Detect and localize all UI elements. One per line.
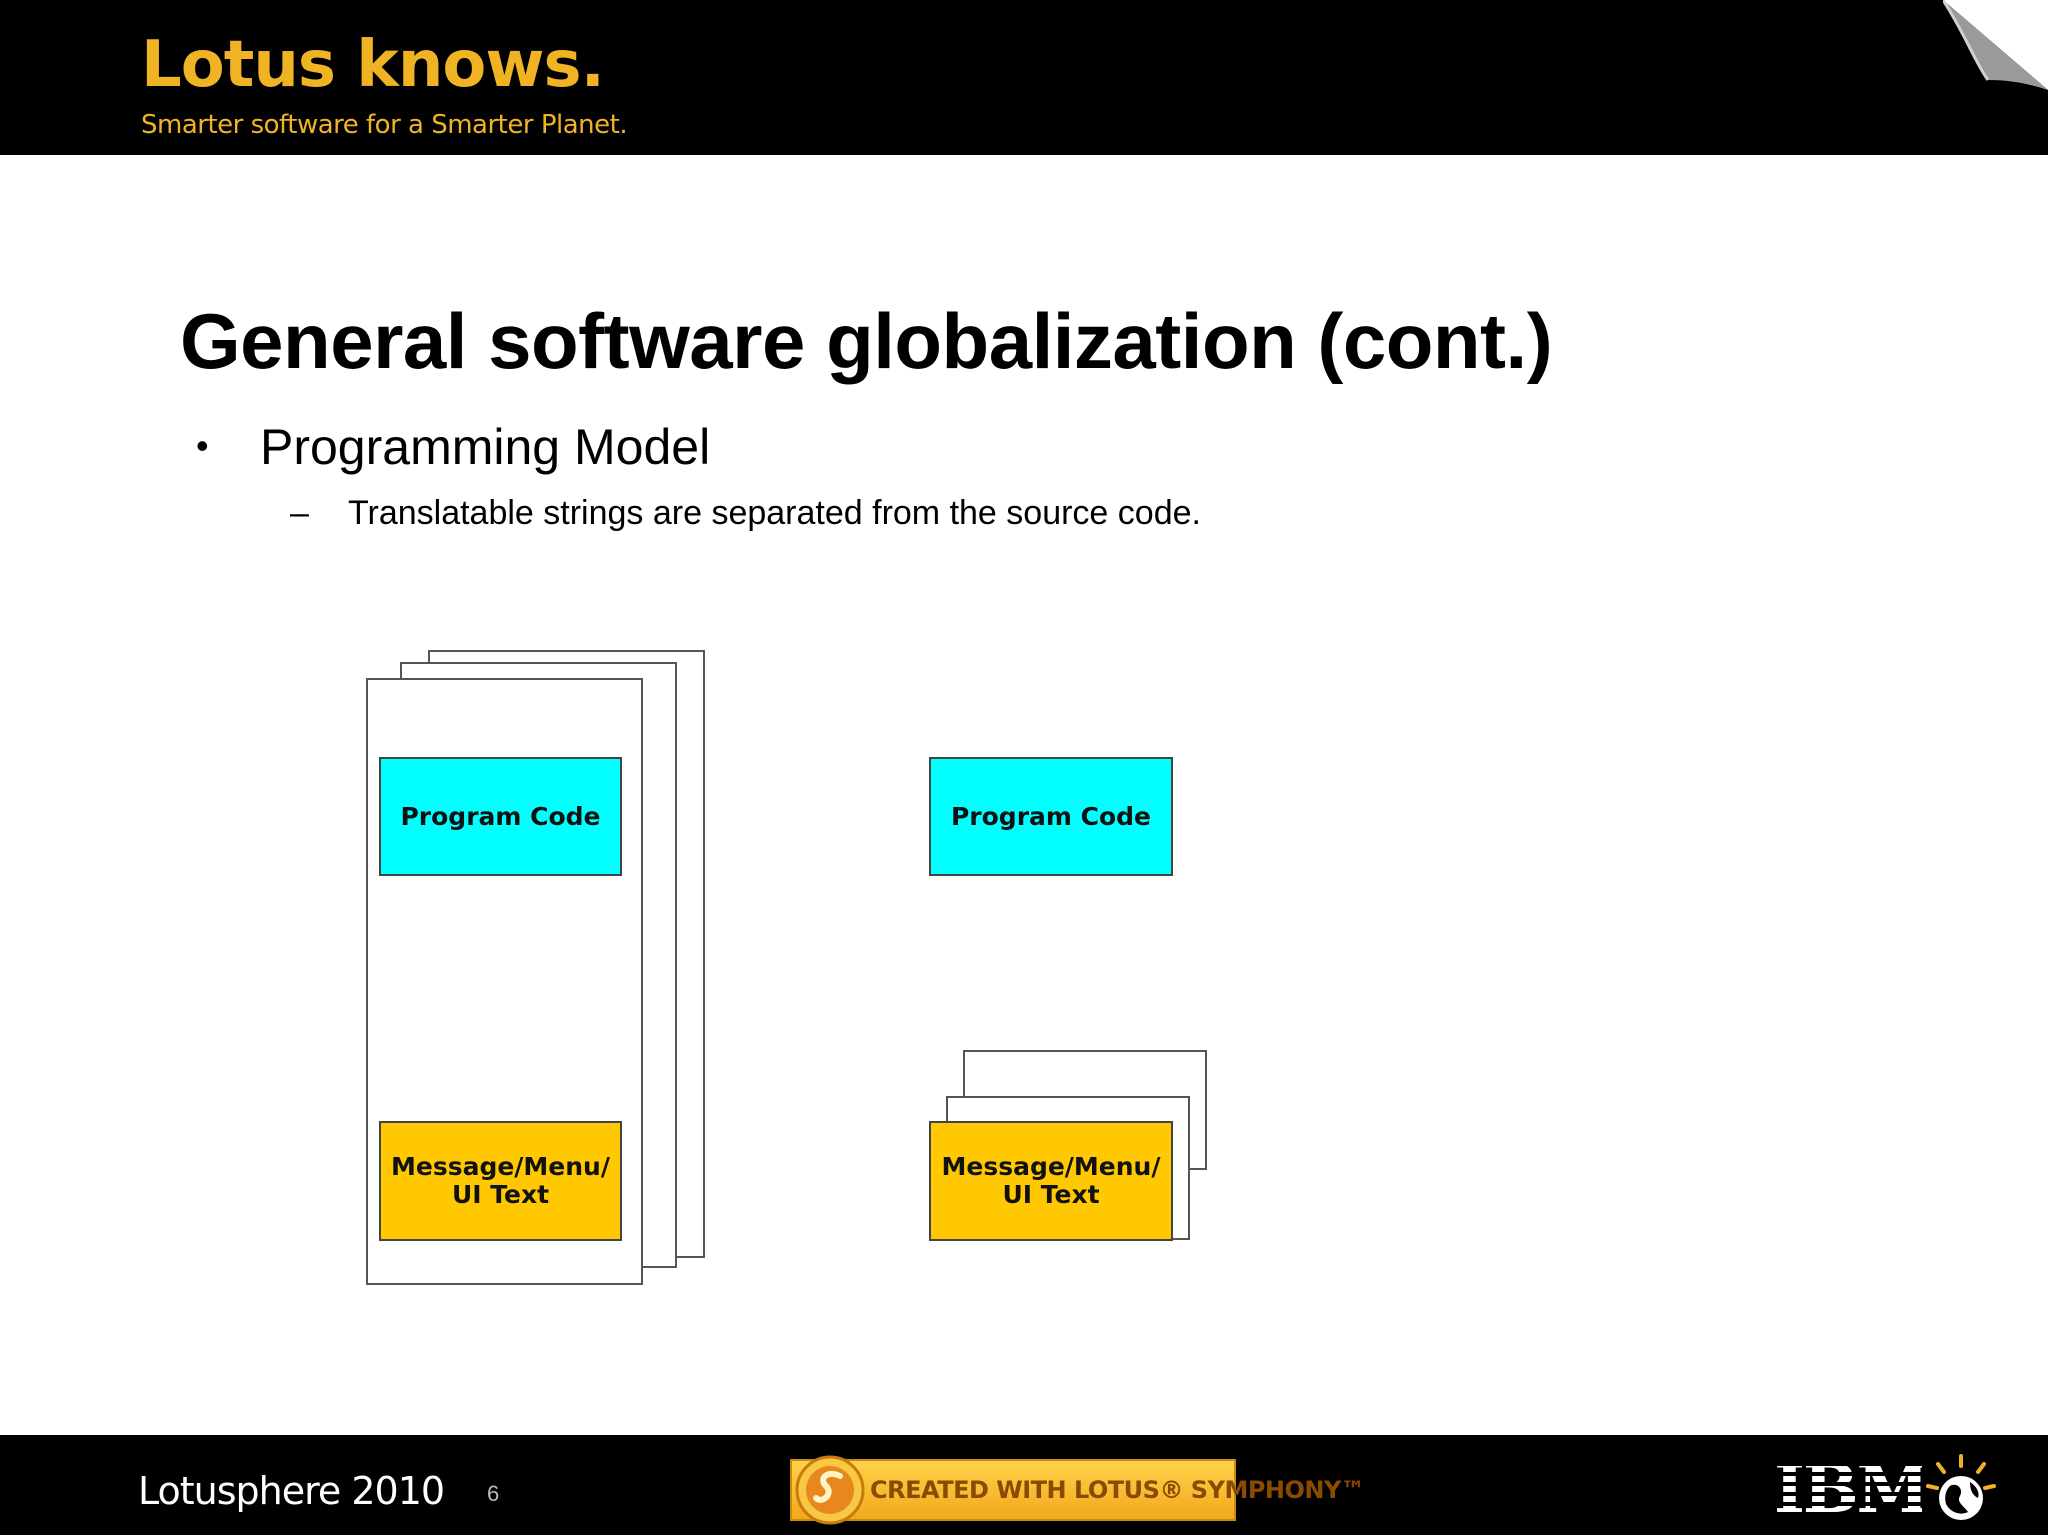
- ibm-logo-icon: IBM: [1772, 1456, 1922, 1520]
- left-ui-text-box: Message/Menu/ UI Text: [379, 1121, 622, 1241]
- symphony-logo-icon: [795, 1455, 865, 1525]
- brand-title: Lotus knows.: [141, 28, 605, 102]
- left-ui-text-line1: Message/Menu/: [390, 1152, 610, 1181]
- page-number: 6: [487, 1481, 500, 1506]
- brand-tagline: Smarter software for a Smarter Planet.: [141, 110, 628, 140]
- event-name: Lotusphere 2010: [138, 1469, 445, 1513]
- symphony-badge-text: CREATED WITH LOTUS® SYMPHONY™: [870, 1476, 1365, 1504]
- left-program-code-box: Program Code: [379, 757, 622, 876]
- left-ui-text-line2: UI Text: [451, 1180, 550, 1209]
- bullet-text: Programming Model: [260, 419, 711, 475]
- page-curl-icon: [1943, 0, 2048, 90]
- sub-bullet-item: – Translatable strings are separated from…: [290, 494, 1201, 533]
- right-ui-text-box: Message/Menu/ UI Text: [929, 1121, 1173, 1241]
- right-ui-text-line2: UI Text: [1002, 1180, 1100, 1209]
- smarter-planet-globe-icon: [1926, 1454, 1996, 1520]
- right-program-code-box: Program Code: [929, 757, 1173, 876]
- right-ui-text-line1: Message/Menu/: [941, 1152, 1161, 1181]
- bullet-dot: •: [196, 425, 209, 466]
- sub-bullet-dash: –: [290, 494, 309, 532]
- right-program-code-label: Program Code: [950, 801, 1152, 831]
- bullet-item: • Programming Model: [196, 418, 710, 476]
- sub-bullet-text: Translatable strings are separated from …: [348, 494, 1201, 532]
- slide-title: General software globalization (cont.): [180, 297, 1553, 385]
- left-program-code-label: Program Code: [400, 801, 601, 831]
